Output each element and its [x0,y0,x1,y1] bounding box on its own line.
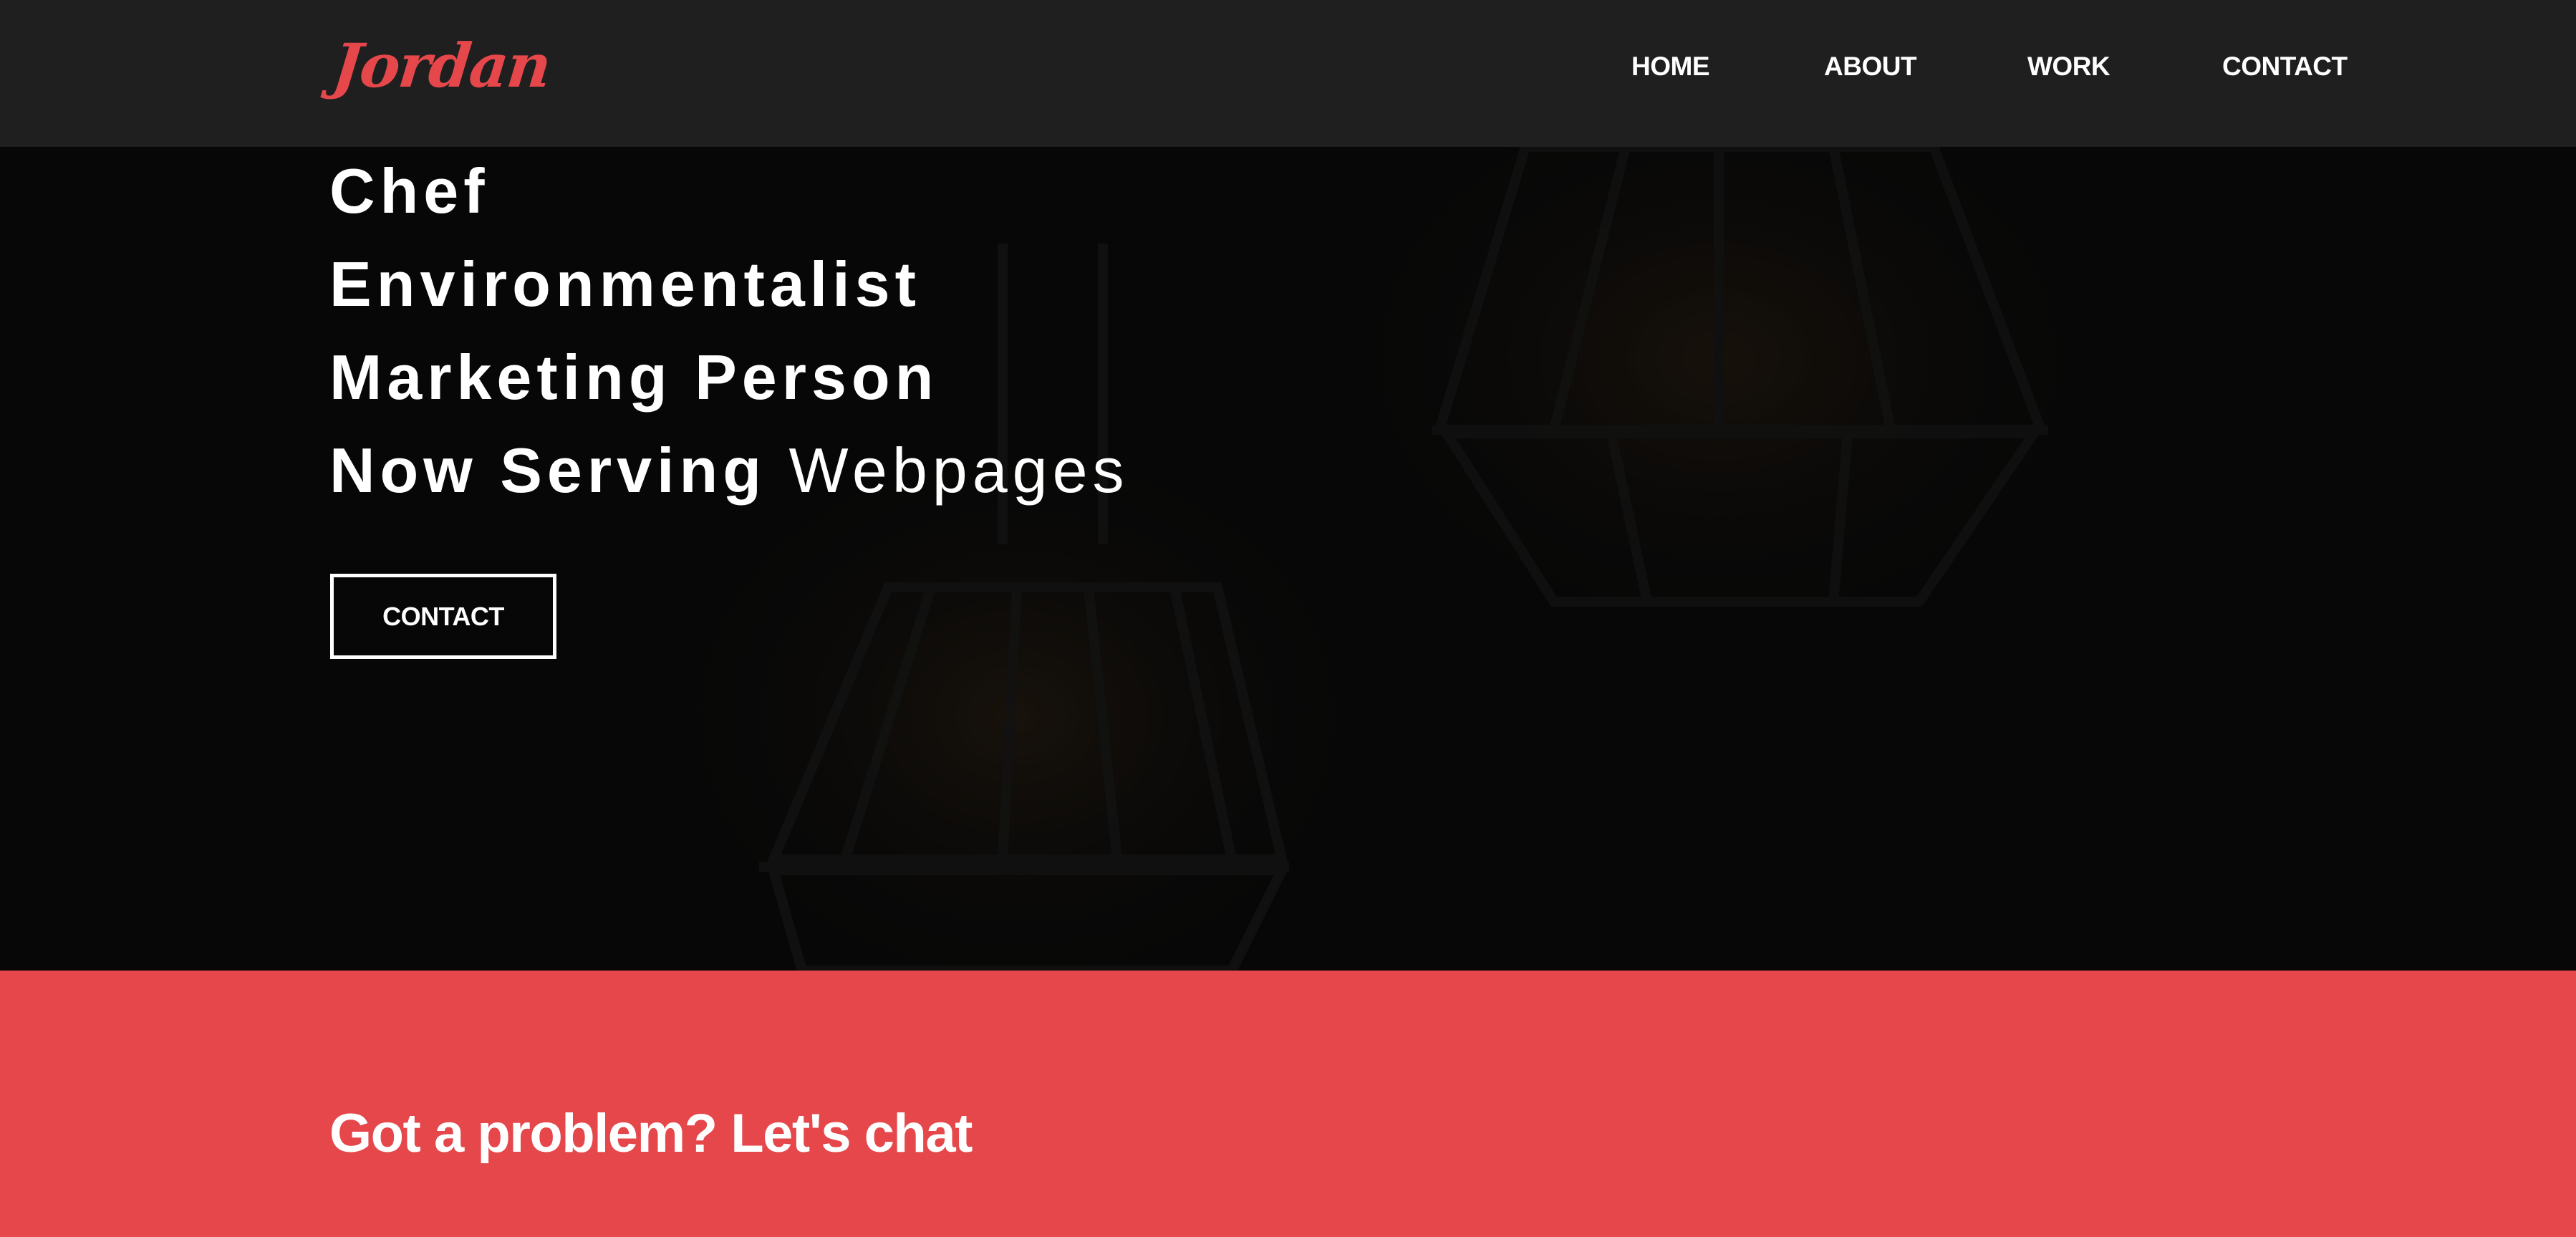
hero-role-bold-3: Marketing Person [329,342,939,413]
hero-role-bold-2: Environmentalist [329,249,921,319]
nav-item-home[interactable]: HOME [1631,52,1710,82]
site-logo[interactable]: Jordan [329,30,554,101]
hero-section: Chef Environmentalist Marketing Person N… [0,147,2576,971]
nav-item-about[interactable]: ABOUT [1824,52,1917,82]
hero-role-line-3: Marketing Person [329,346,938,409]
hero-role-light-4: Webpages [788,435,1129,506]
hero-role-bold-1: Chef [329,155,490,226]
hero-role-line-1: Chef [329,160,490,223]
chat-section: Got a problem? Let's chat [0,971,2576,1237]
hero-role-line-4: Now Serving Webpages [329,439,1129,502]
hero-role-bold-4: Now Serving [329,435,766,506]
nav-item-contact[interactable]: CONTACT [2222,52,2348,82]
hero-role-line-2: Environmentalist [329,253,921,316]
nav-item-work[interactable]: WORK [2027,52,2111,82]
navbar: Jordan HOME ABOUT WORK CONTACT [0,0,2576,147]
chat-heading: Got a problem? Let's chat [329,1103,973,1164]
hero-contact-button[interactable]: CONTACT [330,574,556,659]
